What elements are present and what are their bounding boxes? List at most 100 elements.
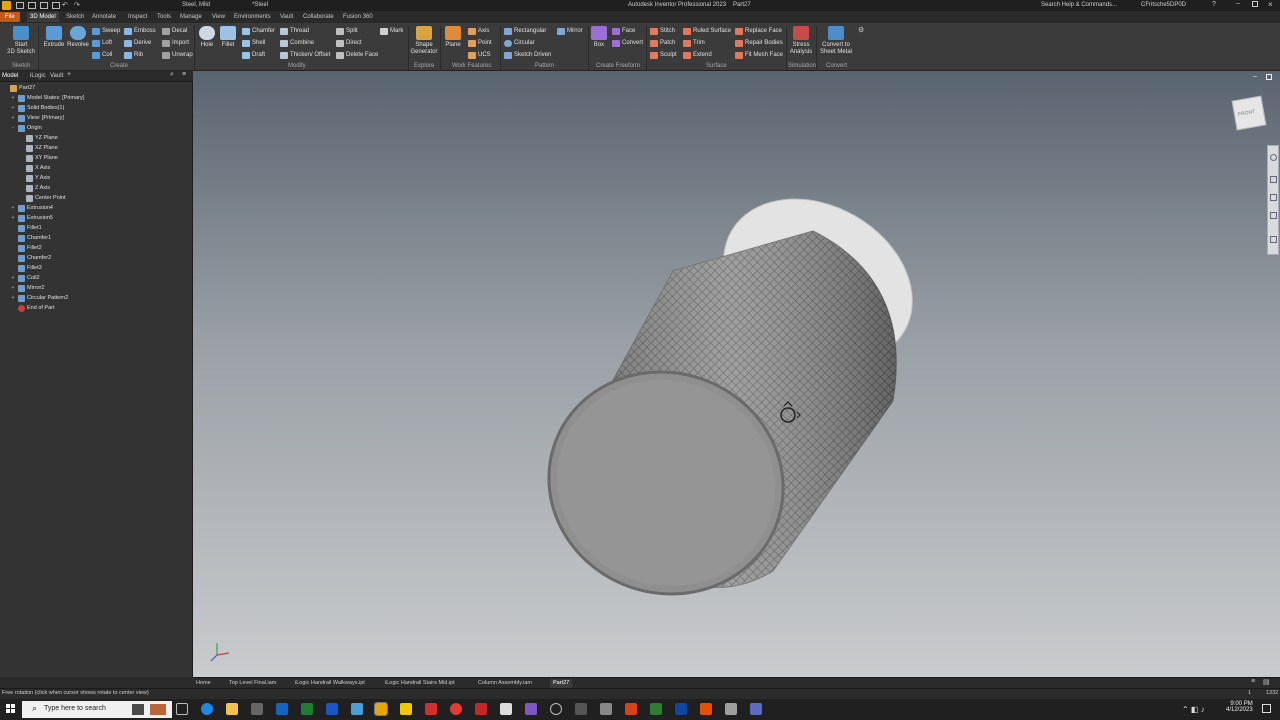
expand-toggle-icon[interactable]: + [10, 293, 16, 303]
patch-button[interactable]: Patch [650, 39, 675, 47]
revolve-button[interactable]: Revolve [66, 26, 90, 49]
tree-item[interactable]: Fillet3 [0, 263, 42, 273]
tree-item[interactable]: Fillet2 [0, 243, 42, 253]
doc-tab-top-level[interactable]: Top Level Final.iam [229, 679, 276, 688]
mark-button[interactable]: Mark [380, 27, 403, 35]
browser-tab-ilogic[interactable]: iLogic [30, 72, 46, 81]
thicken-offset-button[interactable]: Thicken/ Offset [280, 51, 330, 59]
tree-item[interactable]: + Coil2 [0, 273, 40, 283]
doc-tab-walkways[interactable]: iLogic Handrail Walkways.ipt [295, 679, 365, 688]
file-explorer-icon[interactable] [226, 703, 238, 715]
tab-tools[interactable]: Tools [157, 12, 171, 22]
tree-item[interactable]: X Axis [0, 163, 50, 173]
unwrap-button[interactable]: Unwrap [162, 51, 193, 59]
acrobat-icon[interactable] [425, 703, 437, 715]
tab-sketch[interactable]: Sketch [66, 12, 84, 22]
onenote-icon[interactable] [525, 703, 537, 715]
look-at-icon[interactable] [1270, 236, 1277, 243]
material-dropdown[interactable]: Steel, Mild [182, 1, 210, 10]
tree-item[interactable]: Fillet1 [0, 223, 42, 233]
derive-button[interactable]: Derive [124, 39, 151, 47]
tree-item[interactable]: Y Axis [0, 173, 50, 183]
tab-3d-model[interactable]: 3D Model [27, 12, 59, 22]
chrome-icon[interactable] [450, 703, 462, 715]
tree-item[interactable]: + View: [Primary] [0, 113, 64, 123]
edge-icon[interactable] [201, 703, 213, 715]
coil-button[interactable]: Coil [92, 51, 112, 59]
sketch-driven-pattern-button[interactable]: Sketch Driven [504, 51, 551, 59]
point-button[interactable]: Point [468, 39, 492, 47]
redo-icon[interactable]: ↷ [74, 1, 80, 9]
sculpt-button[interactable]: Sculpt [650, 51, 677, 59]
model-canvas[interactable] [193, 71, 1280, 677]
tree-item[interactable]: XY Plane [0, 153, 58, 163]
windows-start-icon[interactable] [6, 704, 16, 714]
steering-wheel-icon[interactable] [1270, 154, 1277, 161]
orbit-icon[interactable] [1270, 212, 1277, 219]
inventor-logo-icon[interactable] [2, 1, 11, 10]
doc-tab-home[interactable]: Home [196, 679, 211, 688]
app-icon-1[interactable] [600, 703, 612, 715]
tree-item[interactable]: Part27 [0, 83, 35, 93]
browser-search-icon[interactable]: ⌕ [170, 71, 174, 79]
expand-toggle-icon[interactable]: + [10, 273, 16, 283]
tree-item[interactable]: Chamfer1 [0, 233, 51, 243]
shape-generator-button[interactable]: Shape Generator [410, 26, 438, 56]
notification-icon[interactable] [1262, 704, 1271, 713]
stitch-button[interactable]: Stitch [650, 27, 675, 35]
axis-button[interactable]: Axis [468, 27, 489, 35]
tab-vault[interactable]: Vault [280, 12, 293, 22]
app-icon-3[interactable] [650, 703, 662, 715]
split-button[interactable]: Split [336, 27, 358, 35]
start-2d-sketch-button[interactable]: Start 2D Sketch [6, 26, 36, 56]
viewport-maximize-icon[interactable] [1266, 74, 1272, 80]
repair-bodies-button[interactable]: Repair Bodies [735, 39, 783, 47]
decal-button[interactable]: Decal [162, 27, 187, 35]
convert-sheet-metal-button[interactable]: Convert to Sheet Metal [818, 26, 854, 56]
plane-button[interactable]: Plane [443, 26, 463, 49]
browser-tab-model[interactable]: Model [2, 72, 18, 81]
graphics-viewport[interactable]: FRONT – [193, 71, 1280, 677]
expand-toggle-icon[interactable]: + [10, 103, 16, 113]
taskbar-clock[interactable]: 9:00 PM 4/12/2023 [1226, 701, 1253, 713]
ucs-button[interactable]: UCS [468, 51, 491, 59]
taskbar-search-box[interactable]: ⌕ Type here to search [22, 701, 172, 718]
calculator-icon[interactable] [251, 703, 263, 715]
tree-item[interactable]: + Extrusion5 [0, 213, 53, 223]
doc-tab-part27[interactable]: Part27 [550, 679, 573, 688]
minimize-icon[interactable]: – [1236, 0, 1240, 7]
extrude-button[interactable]: Extrude [42, 26, 66, 49]
tab-fusion-360[interactable]: Fusion 360 [343, 12, 373, 22]
help-icon[interactable]: ? [1212, 1, 1216, 8]
photoshop-icon[interactable] [675, 703, 687, 715]
browser-tab-vault[interactable]: Vault [50, 72, 63, 81]
shell-button[interactable]: Shell [242, 39, 265, 47]
outlook-icon[interactable] [276, 703, 288, 715]
doc-tab-column-assembly[interactable]: Column Assembly.iam [478, 679, 532, 688]
tree-item[interactable]: XZ Plane [0, 143, 58, 153]
add-tab-icon[interactable]: + [67, 71, 71, 78]
import-button[interactable]: Import [162, 39, 189, 47]
expand-toggle-icon[interactable]: − [10, 123, 16, 133]
user-account[interactable]: CFritsche5DP0D [1141, 1, 1186, 10]
tree-item[interactable]: YZ Plane [0, 133, 58, 143]
excel-icon[interactable] [301, 703, 313, 715]
ribbon-settings-icon[interactable]: ⚙ [858, 26, 864, 34]
tab-manage[interactable]: Manage [180, 12, 202, 22]
rectangular-pattern-button[interactable]: Rectangular [504, 27, 546, 35]
tree-item[interactable]: + Model States: [Primary] [0, 93, 84, 103]
chamfer-button[interactable]: Chamfer [242, 27, 275, 35]
tree-item[interactable]: Center Point [0, 193, 66, 203]
replace-face-button[interactable]: Replace Face [735, 27, 782, 35]
word-icon[interactable] [326, 703, 338, 715]
tree-item[interactable]: End of Part [0, 303, 55, 313]
tree-item[interactable]: + Solid Bodies(1) [0, 103, 64, 113]
undo-icon[interactable]: ↶ [62, 1, 68, 9]
teams-icon[interactable] [750, 703, 762, 715]
expand-toggle-icon[interactable]: + [10, 113, 16, 123]
draft-button[interactable]: Draft [242, 51, 265, 59]
doc-tab-stairs[interactable]: iLogic Handrail Stairs Mid.ipt [385, 679, 455, 688]
stress-analysis-button[interactable]: Stress Analysis [788, 26, 814, 56]
pan-icon[interactable] [1270, 176, 1277, 183]
expand-toggle-icon[interactable]: + [10, 93, 16, 103]
